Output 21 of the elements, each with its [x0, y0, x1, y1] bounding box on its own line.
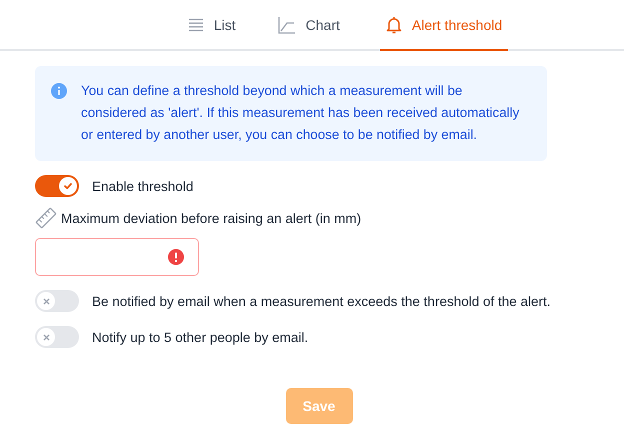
ruler-icon [35, 207, 57, 229]
info-icon [51, 83, 67, 99]
input-field[interactable] [35, 238, 199, 276]
tab[interactable]: List [186, 0, 238, 51]
toggle-label: Notify up to 5 other people by email. [92, 330, 308, 344]
check-icon [63, 181, 73, 191]
info-text: You can define a threshold beyond which a measurement will be considered as 'alert'. If this measurement has been received automatically or entered by another user, you can choose to be notified by email. [81, 82, 520, 144]
toggle-switch[interactable] [35, 175, 79, 197]
list-icon [188, 18, 204, 32]
tab[interactable]: Alert threshold [380, 0, 508, 51]
toggle-label: Be notified by email when a measurement exceeds the threshold of the alert. [92, 294, 551, 308]
x-icon [42, 298, 50, 304]
bell-icon [386, 16, 402, 34]
field-label: Maximum deviation before raising an alert (in mm) [61, 210, 362, 226]
tab[interactable]: Chart [276, 0, 342, 51]
line-chart-icon [278, 16, 296, 34]
toggle-switch[interactable] [35, 290, 79, 312]
toggle-label: Enable threshold [92, 178, 194, 194]
toggle-switch[interactable] [35, 326, 79, 348]
x-icon [42, 334, 50, 340]
error-icon [168, 249, 184, 265]
